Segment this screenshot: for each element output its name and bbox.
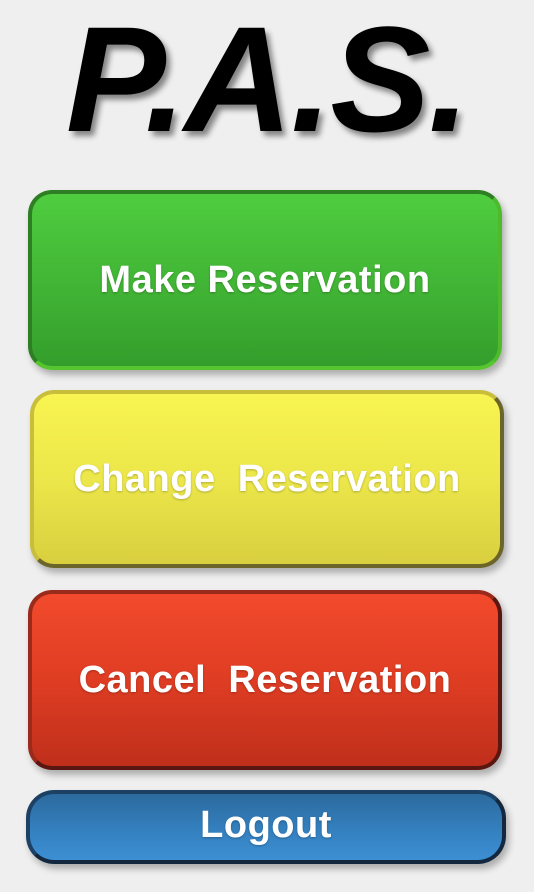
logout-button[interactable]: Logout [26, 790, 506, 864]
make-reservation-button[interactable]: Make Reservation [28, 190, 502, 370]
main-menu-screen: P.A.S. Make Reservation Change Reservati… [0, 0, 534, 892]
cancel-reservation-button[interactable]: Cancel Reservation [28, 590, 502, 770]
app-title: P.A.S. [65, 0, 470, 163]
change-reservation-button[interactable]: Change Reservation [30, 390, 504, 568]
